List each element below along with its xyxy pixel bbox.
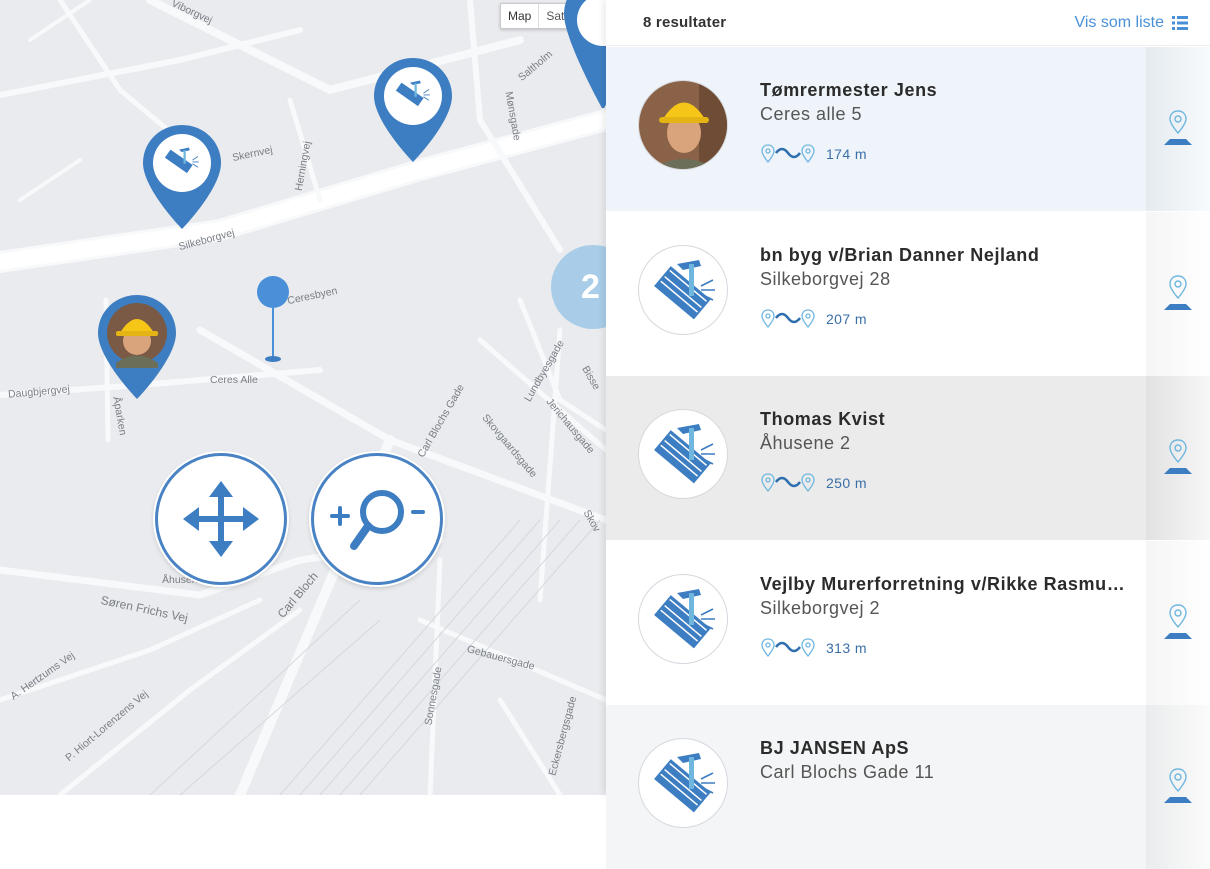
result-name[interactable]: Thomas Kvist	[760, 409, 1130, 430]
result-distance: 250 m	[760, 472, 867, 494]
result-distance-value: 174 m	[826, 146, 867, 162]
map-move-control[interactable]	[155, 453, 287, 585]
show-on-map-button[interactable]	[1146, 376, 1210, 540]
show-on-map-icon	[1164, 110, 1192, 145]
result-address: Åhusene 2	[760, 433, 851, 453]
result-row[interactable]: Vejlby Murerforretning v/Rikke Rasmussen…	[606, 540, 1210, 705]
move-arrows-icon	[183, 481, 259, 557]
show-on-map-button[interactable]	[1146, 705, 1210, 869]
cluster-count: 2	[581, 267, 600, 306]
result-row[interactable]: Thomas Kvist Åhusene 2 250 m	[606, 376, 1210, 540]
view-as-list-link[interactable]: Vis som liste	[1074, 14, 1188, 32]
current-location-pin	[255, 275, 291, 370]
show-on-map-button[interactable]	[1146, 211, 1210, 376]
map-zoom-control[interactable]	[311, 453, 443, 585]
result-avatar	[638, 738, 728, 828]
result-distance: 207 m	[760, 308, 867, 330]
result-distance: 313 m	[760, 637, 867, 659]
result-distance-value: 250 m	[826, 475, 867, 491]
result-distance-value: 207 m	[826, 310, 867, 327]
result-address: Silkeborgvej 28	[760, 268, 891, 289]
result-address: Carl Blochs Gade 11	[760, 762, 935, 782]
result-avatar	[638, 409, 728, 499]
worker-photo	[639, 81, 727, 169]
result-name[interactable]: BJ JANSEN ApS	[760, 738, 1130, 759]
result-distance-value: 313 m	[826, 639, 867, 656]
results-panel: 8 resultater Vis som liste Tømrermester …	[606, 0, 1210, 869]
zoom-magnifier-icon	[330, 490, 425, 550]
result-row[interactable]: bn byg v/Brian Danner Nejland Silkeborgv…	[606, 211, 1210, 376]
show-on-map-icon	[1164, 439, 1192, 474]
result-name[interactable]: Tømrermester Jens	[760, 80, 1130, 101]
map-pin-craftsman[interactable]	[562, 0, 606, 113]
list-icon	[1172, 15, 1188, 30]
distance-route-icon	[761, 473, 815, 492]
map-pin-craftsman[interactable]	[372, 56, 454, 169]
result-name[interactable]: bn byg v/Brian Danner Nejland	[760, 245, 1130, 266]
result-row[interactable]: BJ JANSEN ApS Carl Blochs Gade 11	[606, 705, 1210, 869]
distance-route-icon	[761, 144, 815, 163]
result-address: Silkeborgvej 2	[760, 597, 881, 618]
results-count: 8 resultater	[643, 14, 727, 31]
map-type-map-button[interactable]: Map	[501, 4, 538, 28]
map-pin-craftsman[interactable]	[141, 123, 223, 236]
results-header: 8 resultater Vis som liste	[606, 0, 1210, 46]
craftsman-logo-icon	[654, 588, 715, 648]
craftsman-logo-icon	[654, 753, 715, 813]
result-avatar	[638, 573, 728, 664]
result-row[interactable]: Tømrermester Jens Ceres alle 5 174 m	[606, 47, 1210, 211]
result-avatar	[638, 80, 728, 170]
show-on-map-icon	[1164, 274, 1192, 310]
result-address: Ceres alle 5	[760, 104, 863, 124]
distance-route-icon	[761, 637, 815, 657]
show-on-map-button[interactable]	[1146, 540, 1210, 705]
result-avatar	[638, 244, 728, 335]
show-on-map-button[interactable]	[1146, 47, 1210, 211]
map-area[interactable]: Viborgvej Saltholm Mønsgade Skernvej Her…	[0, 0, 606, 795]
result-distance: 174 m	[760, 143, 867, 165]
map-pin-photo[interactable]	[96, 293, 178, 406]
craftsman-logo-icon	[654, 424, 715, 484]
street-label: Ceres Alle	[210, 374, 258, 386]
result-name[interactable]: Vejlby Murerforretning v/Rikke Rasmussen	[760, 574, 1130, 595]
show-on-map-icon	[1164, 768, 1192, 803]
craftsman-logo-icon	[654, 259, 715, 319]
show-on-map-icon	[1164, 603, 1192, 639]
distance-route-icon	[761, 308, 815, 328]
view-as-list-label: Vis som liste	[1074, 13, 1164, 31]
